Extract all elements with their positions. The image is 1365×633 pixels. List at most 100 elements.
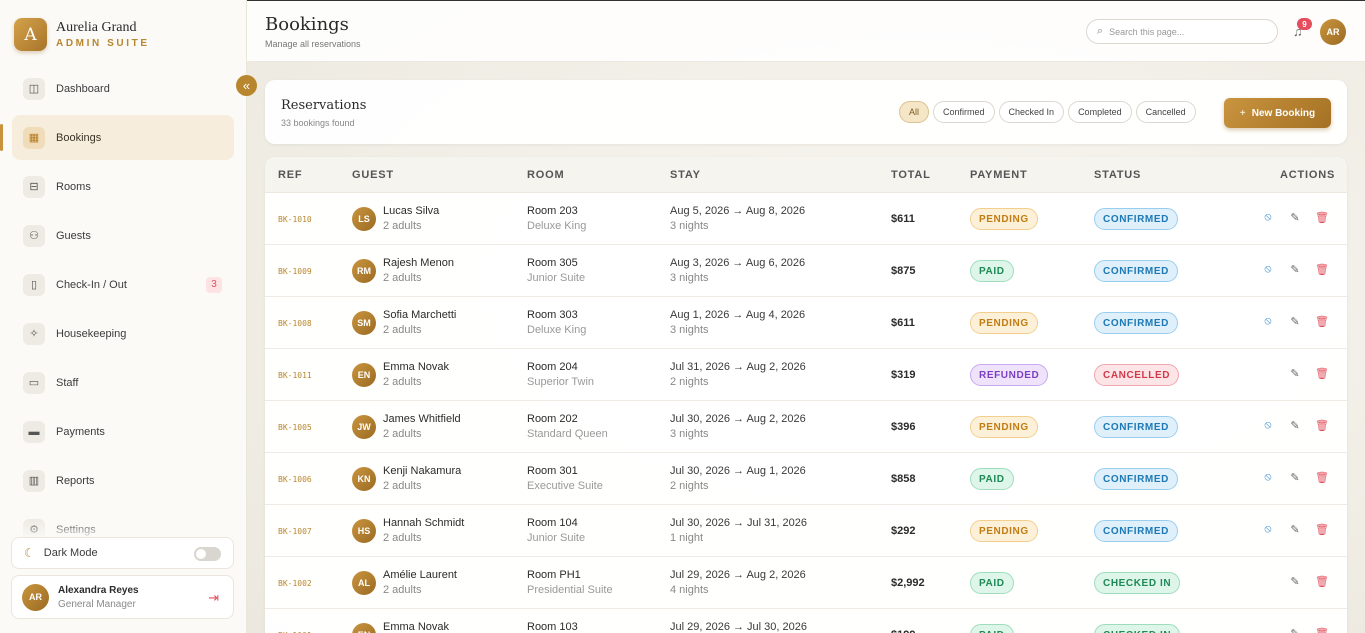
cancel-booking-icon[interactable]: ⦸ (1261, 419, 1275, 432)
sidebar-item-label: Bookings (56, 131, 102, 144)
table-row[interactable]: BK-1005 JW James Whitfield 2 adults Room… (265, 401, 1347, 453)
edit-icon[interactable]: ✎ (1288, 523, 1302, 536)
cancel-booking-icon[interactable]: ⦸ (1261, 315, 1275, 328)
edit-icon[interactable]: ✎ (1288, 627, 1302, 633)
room-type: Executive Suite (527, 480, 603, 492)
column-header-ref[interactable]: REF (278, 169, 302, 181)
booking-ref[interactable]: BK-1002 (278, 579, 312, 588)
guest-name: Hannah Schmidt (383, 517, 465, 529)
edit-icon[interactable]: ✎ (1288, 367, 1302, 380)
sidebar-item-reports[interactable]: ▥ Reports (12, 458, 234, 503)
table-row[interactable]: BK-1007 HS Hannah Schmidt 2 adults Room … (265, 505, 1347, 557)
sidebar-item-label: Staff (56, 376, 79, 389)
sidebar-item-payments[interactable]: ▬ Payments (12, 409, 234, 454)
brand-logo: A (14, 18, 47, 51)
room-number: Room 104 (527, 517, 578, 529)
booking-ref[interactable]: BK-1008 (278, 319, 312, 328)
bookings-table: REF GUEST ROOM STAY TOTAL PAYMENT STATUS ACTION… (265, 157, 1347, 633)
delete-icon[interactable]: 🗑 (1315, 211, 1329, 224)
sidebar-item-guests[interactable]: ⚇ Guests (12, 213, 234, 258)
delete-icon[interactable]: 🗑 (1315, 263, 1329, 276)
filter-confirmed[interactable]: Confirmed (933, 101, 995, 123)
sidebar-item-rooms[interactable]: ⊟ Rooms (12, 164, 234, 209)
guest-name: Sofia Marchetti (383, 309, 457, 321)
column-header-total[interactable]: TOTAL (891, 169, 931, 181)
cancel-booking-icon[interactable]: ⦸ (1261, 211, 1275, 224)
column-header-payment[interactable]: PAYMENT (970, 169, 1028, 181)
column-header-actions[interactable]: ACTIONS (1280, 169, 1335, 181)
search-box[interactable]: ⌕ (1086, 19, 1278, 44)
stay-nights: 2 nights (670, 480, 709, 492)
guest-name: Amélie Laurent (383, 569, 457, 581)
column-header-status[interactable]: STATUS (1094, 169, 1141, 181)
top-bar: Bookings Manage all reservations ⌕ ♫ 9 A… (247, 0, 1365, 62)
sidebar-item-bookings[interactable]: ▦ Bookings (0, 115, 234, 160)
room-type: Deluxe King (527, 324, 587, 336)
guest-avatar: AL (352, 571, 376, 595)
edit-icon[interactable]: ✎ (1288, 419, 1302, 432)
collapse-sidebar-button[interactable]: « (236, 75, 257, 96)
edit-icon[interactable]: ✎ (1288, 211, 1302, 224)
column-header-room[interactable]: ROOM (527, 169, 564, 181)
filter-all[interactable]: All (899, 101, 930, 123)
users-icon: ⚇ (23, 224, 45, 247)
edit-icon[interactable]: ✎ (1288, 471, 1302, 484)
payment-badge: PAID (970, 468, 1014, 490)
table-row[interactable]: BK-1010 LS Lucas Silva 2 adults Room 203… (265, 193, 1347, 245)
column-header-stay[interactable]: STAY (670, 169, 701, 181)
new-booking-button[interactable]: + New Booking (1224, 98, 1331, 128)
edit-icon[interactable]: ✎ (1288, 315, 1302, 328)
brand[interactable]: A Aurelia Grand ADMIN SUITE (14, 18, 150, 51)
delete-icon[interactable]: 🗑 (1315, 627, 1329, 633)
sidebar-item-label: Payments (56, 425, 105, 438)
room-number: Room 305 (527, 257, 578, 269)
cancel-booking-icon[interactable]: ⦸ (1261, 471, 1275, 484)
delete-icon[interactable]: 🗑 (1315, 575, 1329, 588)
table-row[interactable]: BK-1008 SM Sofia Marchetti 2 adults Room… (265, 297, 1347, 349)
delete-icon[interactable]: 🗑 (1315, 315, 1329, 328)
booking-ref[interactable]: BK-1011 (278, 371, 312, 380)
edit-icon[interactable]: ✎ (1288, 263, 1302, 276)
delete-icon[interactable]: 🗑 (1315, 367, 1329, 380)
dark-mode-row[interactable]: ☾ Dark Mode (11, 537, 234, 569)
booking-ref[interactable]: BK-1005 (278, 423, 312, 432)
booking-ref[interactable]: BK-1010 (278, 215, 312, 224)
guest-name: Emma Novak (383, 621, 450, 633)
status-badge: CONFIRMED (1094, 468, 1178, 490)
booking-total: $611 (891, 317, 915, 329)
delete-icon[interactable]: 🗑 (1315, 471, 1329, 484)
booking-ref[interactable]: BK-1007 (278, 527, 312, 536)
cancel-booking-icon[interactable]: ⦸ (1261, 263, 1275, 276)
page-title: Bookings (265, 14, 349, 35)
sidebar-item-dashboard[interactable]: ◫ Dashboard (12, 66, 234, 111)
sidebar-item-housekeeping[interactable]: ✧ Housekeeping (12, 311, 234, 356)
booking-ref[interactable]: BK-1009 (278, 267, 312, 276)
user-avatar: AR (22, 583, 49, 611)
stay-dates: Aug 1, 2026 → Aug 4, 2026 (670, 309, 806, 321)
page-subtitle: Manage all reservations (265, 39, 361, 49)
search-input[interactable] (1109, 26, 1260, 37)
table-row[interactable]: BK-1006 KN Kenji Nakamura 2 adults Room … (265, 453, 1347, 505)
delete-icon[interactable]: 🗑 (1315, 419, 1329, 432)
column-header-guest[interactable]: GUEST (352, 169, 394, 181)
table-row[interactable]: BK-1002 AL Amélie Laurent 2 adults Room … (265, 557, 1347, 609)
filter-checked-in[interactable]: Checked In (998, 101, 1065, 123)
table-row[interactable]: BK-1001 EN Emma Novak 2 adults Room 103 … (265, 609, 1347, 633)
guest-name: Emma Novak (383, 361, 450, 373)
header-avatar[interactable]: AR (1320, 19, 1346, 45)
booking-total: $319 (891, 369, 916, 381)
delete-icon[interactable]: 🗑 (1315, 523, 1329, 536)
table-row[interactable]: BK-1009 RM Rajesh Menon 2 adults Room 30… (265, 245, 1347, 297)
edit-icon[interactable]: ✎ (1288, 575, 1302, 588)
table-row[interactable]: BK-1011 EN Emma Novak 2 adults Room 204 … (265, 349, 1347, 401)
filter-completed[interactable]: Completed (1068, 101, 1132, 123)
sidebar-item-check-in-out[interactable]: ▯ Check-In / Out 3 (12, 262, 234, 307)
logout-icon[interactable]: ⇥ (208, 590, 219, 606)
filter-cancelled[interactable]: Cancelled (1135, 101, 1196, 123)
booking-ref[interactable]: BK-1006 (278, 475, 312, 484)
booking-total: $858 (891, 473, 916, 485)
sidebar-item-staff[interactable]: ▭ Staff (12, 360, 234, 405)
dark-mode-toggle[interactable] (194, 547, 221, 561)
cancel-booking-icon[interactable]: ⦸ (1261, 523, 1275, 536)
user-card[interactable]: AR Alexandra Reyes General Manager ⇥ (11, 575, 234, 619)
